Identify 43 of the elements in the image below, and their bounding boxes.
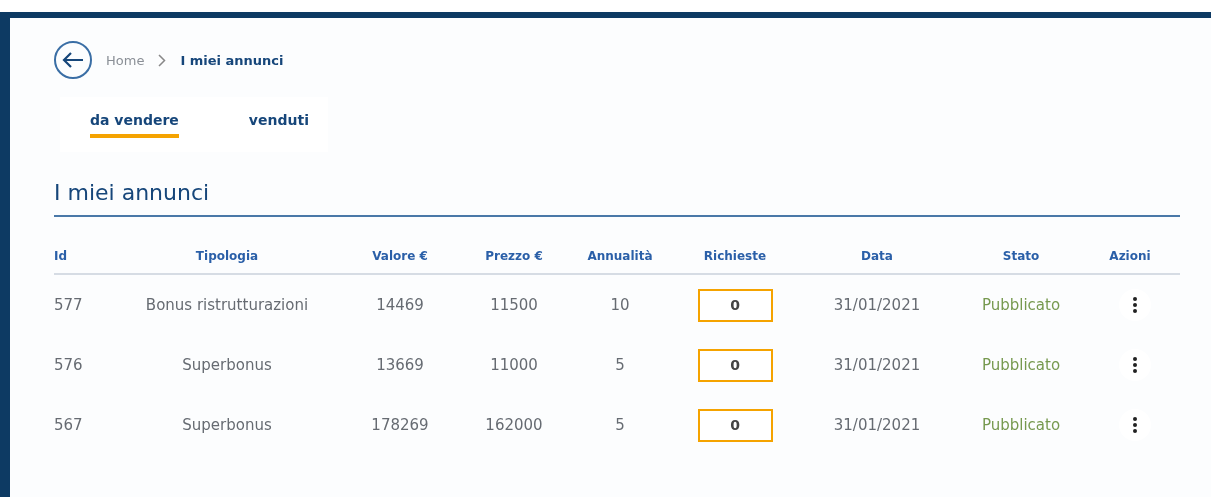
table-cell-text: 576	[54, 356, 84, 374]
more-vertical-icon	[1133, 417, 1137, 433]
page-title: I miei annunci	[54, 180, 1180, 217]
column-header: Id	[54, 249, 69, 263]
table-cell-text: Superbonus	[181, 356, 273, 374]
table-cell-text: 10	[609, 296, 631, 314]
table-cell-text: 14469	[375, 296, 425, 314]
breadcrumb-current: I miei annunci	[180, 52, 284, 68]
more-vertical-icon	[1133, 357, 1137, 373]
table-cell-text: 5	[614, 416, 626, 434]
back-arrow-icon	[62, 51, 84, 69]
status-text: Pubblicato	[980, 356, 1062, 374]
back-button[interactable]	[54, 41, 92, 79]
table-cell-text: 31/01/2021	[832, 416, 922, 434]
table-cell-text: 178269	[370, 416, 430, 434]
more-vertical-icon	[1133, 297, 1137, 313]
requests-count-button[interactable]: 0	[697, 408, 773, 442]
table-cell-text: 31/01/2021	[832, 296, 922, 314]
requests-count-button[interactable]: 0	[697, 288, 773, 322]
table-cell-text: 567	[54, 416, 84, 434]
column-header: Data	[860, 249, 894, 263]
column-header: Azioni	[1108, 249, 1152, 263]
tab[interactable]: da vendere	[90, 97, 179, 138]
column-header: Tipologia	[194, 249, 260, 263]
table-cell-text: 11500	[489, 296, 539, 314]
column-header: Richieste	[702, 249, 768, 263]
table-cell-text: Bonus ristrutturazioni	[144, 296, 310, 314]
table-cell-text: Superbonus	[181, 416, 273, 434]
column-header: Valore €	[371, 249, 429, 263]
table-cell-text: 5	[614, 356, 626, 374]
column-header: Prezzo €	[484, 249, 544, 263]
tab[interactable]: venduti	[248, 97, 309, 138]
status-text: Pubblicato	[980, 416, 1062, 434]
chevron-right-icon	[158, 53, 167, 67]
table-cell-text: 162000	[484, 416, 544, 434]
column-header: Stato	[1001, 249, 1041, 263]
requests-count-button[interactable]: 0	[697, 348, 773, 382]
status-text: Pubblicato	[980, 296, 1062, 314]
table-cell-text: 577	[54, 296, 84, 314]
table-cell-text: 11000	[489, 356, 539, 374]
table-cell-text: 31/01/2021	[832, 356, 922, 374]
column-header: Annualità	[586, 249, 654, 263]
table-cell-text: 13669	[375, 356, 425, 374]
